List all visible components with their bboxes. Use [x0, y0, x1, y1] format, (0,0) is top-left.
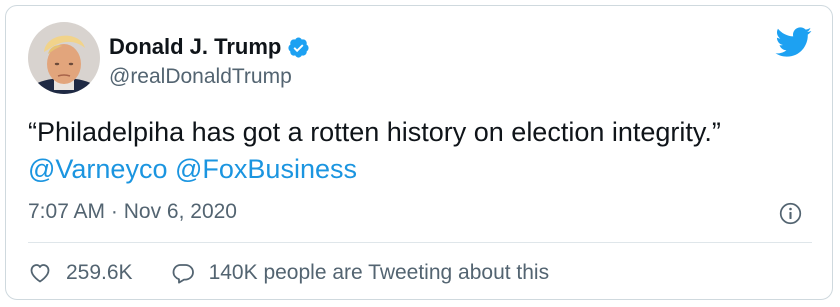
author-handle[interactable]: @realDonaldTrump	[109, 64, 292, 90]
mention-foxbusiness[interactable]: @FoxBusiness	[175, 154, 357, 184]
twitter-bird-icon[interactable]	[774, 26, 812, 58]
verified-badge-icon	[288, 36, 309, 58]
author-row: Donald J. Trump	[109, 34, 310, 60]
heart-icon	[30, 264, 50, 283]
tweet-text: “Philadelpiha has got a rotten history o…	[28, 114, 788, 188]
info-icon[interactable]	[779, 202, 802, 225]
tweet-actions: 259.6K 140K people are Tweeting about th…	[28, 260, 549, 286]
tweet-body: “Philadelpiha has got a rotten history o…	[28, 117, 721, 147]
tweet-timestamp[interactable]: 7:07 AM · Nov 6, 2020	[28, 199, 237, 225]
like-count: 259.6K	[66, 261, 133, 284]
timestamp-separator: ·	[105, 200, 124, 223]
tweet-time: 7:07 AM	[28, 200, 106, 223]
tweet-card[interactable]: Donald J. Trump @realDonaldTrump “Philad…	[5, 5, 833, 300]
tweeting-about-text: 140K people are Tweeting about this	[208, 261, 550, 284]
mention-varneyco[interactable]: @Varneyco	[28, 154, 167, 184]
author-name[interactable]: Donald J. Trump	[109, 34, 281, 60]
reply-bubble-icon	[172, 264, 194, 284]
tweeting-about-link[interactable]: 140K people are Tweeting about this	[171, 260, 550, 286]
divider	[28, 242, 812, 243]
tweet-date: Nov 6, 2020	[123, 200, 237, 223]
like-button[interactable]: 259.6K	[28, 260, 133, 286]
avatar[interactable]	[28, 22, 100, 94]
